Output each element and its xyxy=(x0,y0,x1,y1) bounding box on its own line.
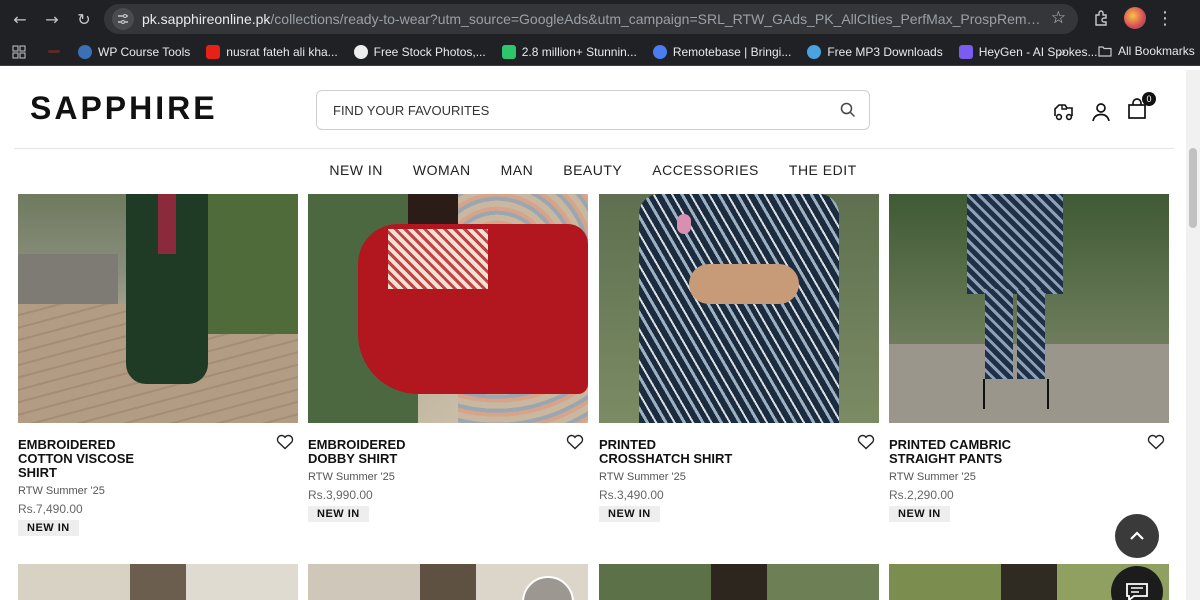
bookmarks-overflow-icon[interactable]: » xyxy=(1058,43,1066,59)
pixabay-icon xyxy=(501,44,516,59)
search-input[interactable] xyxy=(333,102,813,118)
wishlist-heart-icon[interactable] xyxy=(1147,434,1165,450)
apps-icon[interactable] xyxy=(12,45,26,59)
product-price: Rs.3,490.00 xyxy=(599,488,664,502)
product-image[interactable] xyxy=(308,564,588,600)
product-title[interactable]: EMBROIDERED COTTON VISCOSE SHIRT xyxy=(18,438,218,480)
delivery-truck-icon[interactable] xyxy=(1052,101,1076,123)
reload-icon[interactable]: ↻ xyxy=(68,3,100,35)
bookmarks-bar: WP Course Tools nusrat fateh ali kha... … xyxy=(0,38,1200,66)
bookmark-nusrat[interactable]: nusrat fateh ali kha... xyxy=(206,44,338,59)
scrollbar-thumb[interactable] xyxy=(1189,148,1197,228)
pexels-icon xyxy=(353,44,368,59)
nav-accessories[interactable]: ACCESSORIES xyxy=(652,162,759,178)
product-image[interactable] xyxy=(308,194,588,423)
chat-icon xyxy=(1126,583,1148,600)
nav-new-in[interactable]: NEW IN xyxy=(329,162,383,178)
extensions-icon[interactable] xyxy=(1086,3,1116,33)
new-in-badge: NEW IN xyxy=(889,506,950,522)
back-icon[interactable]: ← xyxy=(4,3,36,35)
product-image[interactable] xyxy=(599,564,879,600)
nav-man[interactable]: MAN xyxy=(501,162,534,178)
headphones-icon xyxy=(807,44,822,59)
browser-toolbar: ← → ↻ pk.sapphireonline.pk/collections/r… xyxy=(0,0,1200,38)
nav-the-edit[interactable]: THE EDIT xyxy=(789,162,857,178)
product-card[interactable]: PRINTED CAMBRIC STRAIGHT PANTS RTW Summer… xyxy=(889,194,1169,522)
chevron-up-icon xyxy=(1130,531,1144,540)
new-in-badge: NEW IN xyxy=(18,520,79,536)
product-price: Rs.7,490.00 xyxy=(18,502,83,516)
account-icon[interactable] xyxy=(1090,101,1112,123)
wishlist-heart-icon[interactable] xyxy=(566,434,584,450)
profile-avatar[interactable] xyxy=(1124,7,1146,29)
wishlist-heart-icon[interactable] xyxy=(857,434,875,450)
product-title[interactable]: EMBROIDERED DOBBY SHIRT xyxy=(308,438,508,466)
product-collection: RTW Summer '25 xyxy=(599,471,686,483)
cart-button[interactable]: 0 xyxy=(1126,92,1156,125)
bookmark-free-stock-photos[interactable]: Free Stock Photos,... xyxy=(353,44,486,59)
bookmark-wp-course-tools[interactable]: WP Course Tools xyxy=(78,44,190,59)
remotebase-icon xyxy=(652,44,667,59)
product-card[interactable]: PRINTED CROSSHATCH SHIRT RTW Summer '25 R… xyxy=(599,194,879,522)
heygen-icon xyxy=(958,44,973,59)
product-collection: RTW Summer '25 xyxy=(889,471,976,483)
product-title[interactable]: PRINTED CAMBRIC STRAIGHT PANTS xyxy=(889,438,1089,466)
nav-beauty[interactable]: BEAUTY xyxy=(563,162,622,178)
bookmark-free-mp3[interactable]: Free MP3 Downloads xyxy=(807,44,943,59)
site-logo[interactable]: SAPPHIRE xyxy=(30,90,218,127)
bookmark-star-icon[interactable]: ☆ xyxy=(1051,8,1066,28)
all-bookmarks-button[interactable]: All Bookmarks xyxy=(1098,44,1195,58)
youtube-icon xyxy=(206,44,221,59)
main-navigation: NEW IN WOMAN MAN BEAUTY ACCESSORIES THE … xyxy=(0,162,1186,178)
search-icon[interactable] xyxy=(839,101,857,119)
bookmark-heygen[interactable]: HeyGen - AI Spokes... xyxy=(958,44,1097,59)
product-card[interactable]: EMBROIDERED DOBBY SHIRT RTW Summer '25 Rs… xyxy=(308,194,588,522)
cart-count-badge: 0 xyxy=(1142,92,1156,106)
wishlist-heart-icon[interactable] xyxy=(276,434,294,450)
forward-icon[interactable]: → xyxy=(36,3,68,35)
product-image[interactable] xyxy=(18,564,298,600)
bookmark-remotebase[interactable]: Remotebase | Bringi... xyxy=(652,44,791,59)
search-box[interactable] xyxy=(316,90,870,130)
scroll-to-top-button[interactable] xyxy=(1115,514,1159,558)
site-info-icon[interactable] xyxy=(112,8,134,30)
header-divider xyxy=(14,148,1174,149)
address-bar[interactable]: pk.sapphireonline.pk/collections/ready-t… xyxy=(104,4,1078,34)
product-price: Rs.2,290.00 xyxy=(889,488,954,502)
new-in-badge: NEW IN xyxy=(599,506,660,522)
page-scrollbar[interactable] xyxy=(1186,70,1200,600)
bookmark-stunning[interactable]: 2.8 million+ Stunnin... xyxy=(501,44,637,59)
url-text: pk.sapphireonline.pk/collections/ready-t… xyxy=(142,11,1042,27)
product-price: Rs.3,990.00 xyxy=(308,488,373,502)
product-title[interactable]: PRINTED CROSSHATCH SHIRT xyxy=(599,438,799,466)
product-card[interactable]: EMBROIDERED COTTON VISCOSE SHIRT RTW Summe… xyxy=(18,194,298,536)
folder-icon xyxy=(1098,46,1112,57)
product-image[interactable] xyxy=(599,194,879,423)
product-collection: RTW Summer '25 xyxy=(308,471,395,483)
browser-menu-icon[interactable]: ⋮ xyxy=(1154,8,1176,29)
product-image[interactable] xyxy=(889,194,1169,423)
new-in-badge: NEW IN xyxy=(308,506,369,522)
product-collection: RTW Summer '25 xyxy=(18,485,105,497)
web-page: SAPPHIRE 0 NEW IN WOMAN MAN BEAUTY ACCES… xyxy=(0,70,1186,600)
product-image[interactable] xyxy=(18,194,298,423)
nav-woman[interactable]: WOMAN xyxy=(413,162,471,178)
bookmark-blank[interactable] xyxy=(48,50,60,53)
wordpress-icon xyxy=(78,44,92,59)
